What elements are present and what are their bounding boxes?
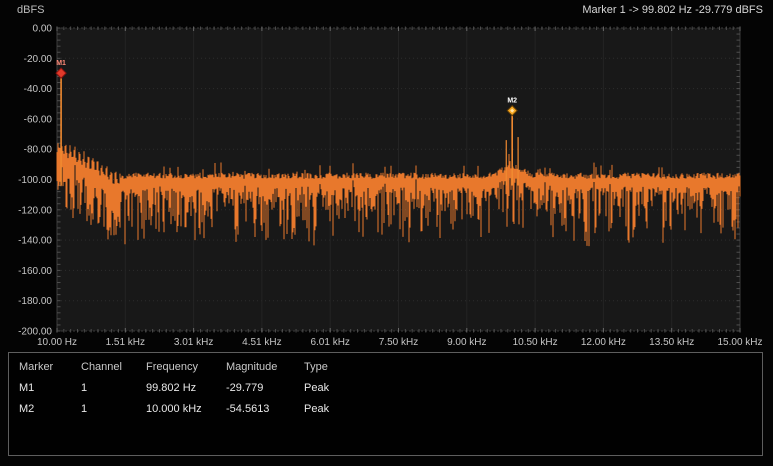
x-tick-label: 10.00 Hz — [37, 337, 77, 348]
y-tick-label: -200.00 — [18, 327, 52, 338]
spectrum-analyzer-window: dBFS Marker 1 -> 99.802 Hz -29.779 dBFS … — [0, 0, 773, 466]
x-tick-label: 7.50 kHz — [379, 337, 418, 348]
col-header-marker: Marker — [19, 361, 81, 373]
cell-frequency: 99.802 Hz — [146, 382, 226, 394]
y-tick-label: -180.00 — [18, 296, 52, 307]
cell-marker: M1 — [19, 382, 81, 394]
x-tick-label: 10.50 kHz — [513, 337, 558, 348]
y-tick-label: -140.00 — [18, 236, 52, 247]
y-tick-label: 0.00 — [33, 24, 53, 35]
cell-magnitude: -54.5613 — [226, 403, 304, 415]
cell-frequency: 10.000 kHz — [146, 403, 226, 415]
marker-table-body: M1199.802 Hz-29.779PeakM2110.000 kHz-54.… — [9, 377, 762, 419]
y-tick-label: -100.00 — [18, 175, 52, 186]
cell-marker: M2 — [19, 403, 81, 415]
marker-m2-label: M2 — [507, 98, 517, 105]
cell-channel: 1 — [81, 403, 146, 415]
marker-table-row-m2[interactable]: M2110.000 kHz-54.5613Peak — [9, 398, 762, 419]
cell-type: Peak — [304, 382, 762, 394]
col-header-frequency: Frequency — [146, 361, 226, 373]
y-tick-label: -40.00 — [24, 84, 53, 95]
marker-m1-label: M1 — [56, 60, 66, 67]
cell-type: Peak — [304, 403, 762, 415]
y-tick-label: -80.00 — [24, 145, 53, 156]
y-tick-label: -20.00 — [24, 54, 53, 65]
marker-table: MarkerChannelFrequencyMagnitudeType M119… — [8, 352, 763, 456]
marker-table-header-row: MarkerChannelFrequencyMagnitudeType — [9, 357, 762, 377]
cell-magnitude: -29.779 — [226, 382, 304, 394]
y-tick-label: -160.00 — [18, 266, 52, 277]
x-tick-label: 6.01 kHz — [310, 337, 349, 348]
col-header-channel: Channel — [81, 361, 146, 373]
x-tick-label: 15.00 kHz — [717, 337, 762, 348]
x-tick-label: 3.01 kHz — [174, 337, 213, 348]
marker-table-row-m1[interactable]: M1199.802 Hz-29.779Peak — [9, 377, 762, 398]
x-tick-label: 9.00 kHz — [447, 337, 486, 348]
x-tick-label: 1.51 kHz — [106, 337, 145, 348]
marker-table-header: MarkerChannelFrequencyMagnitudeType — [9, 357, 762, 377]
x-tick-label: 13.50 kHz — [649, 337, 694, 348]
spectrum-plot[interactable]: M1 M2 0.00 -20.00 -40.00 -60.00 -80.00 -100.00 -… — [0, 0, 773, 355]
x-tick-label: 12.00 kHz — [581, 337, 626, 348]
cell-channel: 1 — [81, 382, 146, 394]
y-tick-label: -120.00 — [18, 205, 52, 216]
col-header-type: Type — [304, 361, 762, 373]
x-tick-label: 4.51 kHz — [242, 337, 281, 348]
y-tick-label: -60.00 — [24, 114, 53, 125]
col-header-magnitude: Magnitude — [226, 361, 304, 373]
